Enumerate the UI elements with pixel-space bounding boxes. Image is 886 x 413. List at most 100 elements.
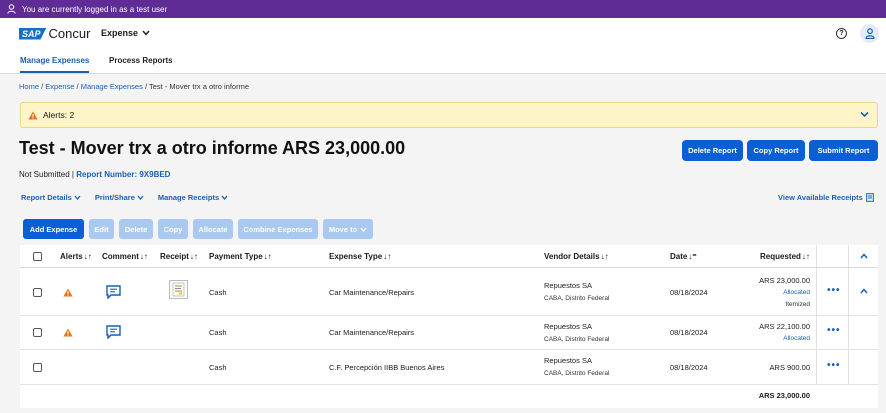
chevron-down-icon xyxy=(137,195,144,200)
col-alerts[interactable]: Alerts ↓↑ xyxy=(60,252,92,261)
sort-icon: ↓↑ xyxy=(801,252,810,261)
top-bar: SAP Concur Expense ? Manage Expenses Pro… xyxy=(0,18,886,74)
expense-app-menu[interactable]: Expense xyxy=(101,28,150,38)
help-glyph: ? xyxy=(839,30,844,37)
table-header: Alerts ↓↑ Comment ↓↑ Receipt ↓↑ Payment Typ… xyxy=(20,245,878,268)
warning-icon[interactable] xyxy=(63,288,73,297)
col-comment[interactable]: Comment ↓↑ xyxy=(102,252,148,261)
copy-button[interactable]: Copy xyxy=(158,219,188,239)
col-expense-type[interactable]: Expense Type ↓↑ xyxy=(329,252,391,261)
col-requested[interactable]: Requested ↓↑ xyxy=(760,252,810,261)
move-to-label: Move to xyxy=(328,224,358,234)
delete-report-button[interactable]: Delete Report xyxy=(682,140,743,161)
receipt-icon xyxy=(865,193,874,202)
expenses-table: Alerts ↓↑ Comment ↓↑ Receipt ↓↑ Payment Typ… xyxy=(20,245,878,408)
row-checkbox[interactable] xyxy=(33,328,42,337)
submit-report-button[interactable]: Submit Report xyxy=(809,140,878,161)
col-receipt[interactable]: Receipt ↓↑ xyxy=(160,252,198,261)
breadcrumb-home[interactable]: Home xyxy=(19,82,39,91)
col-vendor-details[interactable]: Vendor Details ↓↑ xyxy=(544,252,609,261)
manage-receipts-label: Manage Receipts xyxy=(157,193,220,202)
combine-expenses-button[interactable]: Combine Expenses xyxy=(238,219,318,239)
sort-icon: ↓↑ xyxy=(189,252,198,261)
expense-type: C.F. Percepción IIBB Buenos Aires xyxy=(329,363,445,372)
row-checkbox[interactable] xyxy=(33,288,42,297)
collapse-all-icon[interactable] xyxy=(860,253,868,259)
comment-icon[interactable] xyxy=(106,285,121,299)
col-expense-label: Expense Type xyxy=(329,252,383,261)
help-icon[interactable]: ? xyxy=(836,28,847,39)
more-actions-icon[interactable]: ••• xyxy=(827,325,841,336)
move-to-button[interactable]: Move to xyxy=(323,219,373,239)
view-available-receipts-link[interactable]: View Available Receipts xyxy=(778,193,874,202)
col-vendor-label: Vendor Details xyxy=(544,252,600,261)
breadcrumb-manage-expenses[interactable]: Manage Expenses xyxy=(81,82,143,91)
vendor-location: CABA, Distrito Federal xyxy=(544,336,610,343)
sort-desc-icon: ↓⁼ xyxy=(688,252,697,261)
receipt-thumbnail[interactable] xyxy=(169,280,188,299)
payment-type: Cash xyxy=(209,288,227,297)
itemized-label: Itemized xyxy=(785,301,810,308)
report-menus: Report Details Print/Share Manage Receip… xyxy=(21,193,228,202)
report-details-menu[interactable]: Report Details xyxy=(21,193,81,202)
report-title: Test - Mover trx a otro informe ARS 23,0… xyxy=(19,138,406,158)
allocated-link[interactable]: Allocated xyxy=(720,335,810,342)
delete-button[interactable]: Delete xyxy=(119,219,153,239)
tab-process-reports[interactable]: Process Reports xyxy=(109,56,173,73)
copy-report-button[interactable]: Copy Report xyxy=(747,140,805,161)
col-payment-type[interactable]: Payment Type ↓↑ xyxy=(209,252,272,261)
receipt-image-icon xyxy=(172,282,185,297)
edit-button[interactable]: Edit xyxy=(89,219,114,239)
more-actions-icon[interactable]: ••• xyxy=(827,285,841,296)
collapse-row-icon[interactable] xyxy=(860,288,868,294)
logo-sap: SAP xyxy=(19,27,47,40)
row-checkbox[interactable] xyxy=(33,363,42,372)
vendor-location: CABA, Distrito Federal xyxy=(544,370,610,377)
chevron-down-icon[interactable] xyxy=(860,111,869,118)
sort-icon: ↓↑ xyxy=(263,252,272,261)
chevron-down-icon xyxy=(360,227,367,232)
requested-amount: ARS 23,000.00 xyxy=(759,276,810,285)
sap-concur-logo[interactable]: SAP Concur xyxy=(19,26,90,41)
allocated-link[interactable]: Allocated xyxy=(720,289,810,296)
allocate-button[interactable]: Allocate xyxy=(193,219,233,239)
add-expense-button[interactable]: Add Expense xyxy=(23,219,84,239)
select-all-checkbox[interactable] xyxy=(33,252,42,261)
alerts-label: Alerts: 2 xyxy=(43,110,75,120)
app-menu-label: Expense xyxy=(101,28,139,38)
col-date[interactable]: Date ↓⁼ xyxy=(670,252,697,261)
warning-icon[interactable] xyxy=(63,328,73,337)
breadcrumb-expense[interactable]: Expense xyxy=(45,82,74,91)
manage-receipts-menu[interactable]: Manage Receipts xyxy=(158,193,228,202)
sort-icon: ↓↑ xyxy=(600,252,609,261)
user-lock-icon xyxy=(6,4,16,14)
test-user-banner: You are currently logged in as a test us… xyxy=(0,0,886,18)
print-share-menu[interactable]: Print/Share xyxy=(95,193,144,202)
report-number: Report Number: 9X9BED xyxy=(76,170,171,179)
col-payment-label: Payment Type xyxy=(209,252,263,261)
payment-type: Cash xyxy=(209,363,227,372)
warning-icon xyxy=(28,111,38,119)
col-requested-label: Requested xyxy=(760,252,801,261)
col-date-label: Date xyxy=(670,252,688,261)
vendor-name: Repuestos SA xyxy=(544,356,592,365)
table-row[interactable]: Cash Car Maintenance/Repairs Repuestos S… xyxy=(20,316,878,350)
expense-toolbar: Add Expense Edit Delete Copy Allocate Co… xyxy=(23,219,373,239)
chevron-down-icon xyxy=(74,195,81,200)
requested-amount: ARS 900.00 xyxy=(769,363,810,372)
col-receipt-label: Receipt xyxy=(160,252,189,261)
chevron-down-icon xyxy=(221,195,228,200)
user-profile-button[interactable] xyxy=(860,24,879,43)
logo-product: Concur xyxy=(48,26,91,41)
table-row[interactable]: Cash C.F. Percepción IIBB Buenos Aires R… xyxy=(20,350,878,385)
requested-amount: ARS 22,100.00 xyxy=(759,322,810,331)
alerts-bar[interactable]: Alerts: 2 xyxy=(20,102,878,128)
payment-type: Cash xyxy=(209,328,227,337)
table-row[interactable]: Cash Car Maintenance/Repairs Repuestos S… xyxy=(20,268,878,316)
vendor-location: CABA, Distrito Federal xyxy=(544,295,610,302)
tab-manage-expenses[interactable]: Manage Expenses xyxy=(20,56,90,73)
more-actions-icon[interactable]: ••• xyxy=(827,360,841,371)
report-status: Not Submitted | xyxy=(19,170,77,179)
comment-icon[interactable] xyxy=(106,325,121,339)
expense-type: Car Maintenance/Repairs xyxy=(329,288,415,297)
